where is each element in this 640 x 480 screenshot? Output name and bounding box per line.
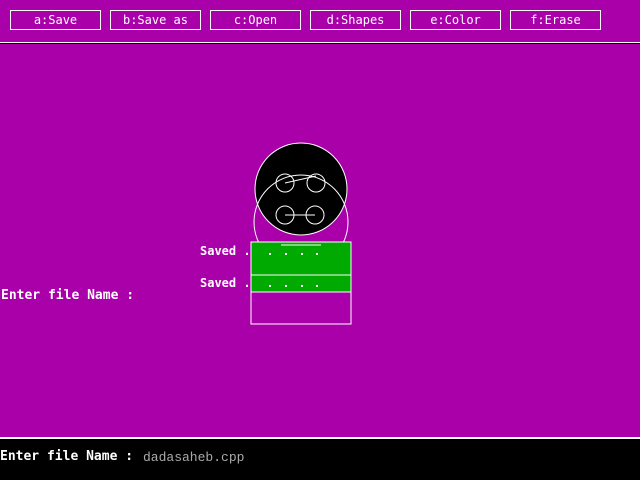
color-button[interactable]: e:Color [410,10,501,30]
status-bar: Enter file Name : [0,437,640,471]
canvas-prompt-text: Enter file Name : [1,288,135,303]
drawing-canvas[interactable]: Saved . Saved . Enter file Name : [0,44,640,437]
shapes-button[interactable]: d:Shapes [310,10,401,30]
saved-label: Saved . [200,244,251,258]
outline-rect-shape [250,291,352,325]
menu-bar: a:Save b:Save as c:Open d:Shapes e:Color… [0,0,640,43]
green-rect-shape [250,274,352,293]
saved-label: Saved . [200,276,251,290]
green-rect-shape [250,241,352,276]
save-as-button[interactable]: b:Save as [110,10,201,30]
open-button[interactable]: c:Open [210,10,301,30]
erase-button[interactable]: f:Erase [510,10,601,30]
file-name-prompt: Enter file Name : [0,449,134,464]
black-circle-shape [254,142,348,236]
file-name-input[interactable] [143,449,343,465]
canvas-drawing [250,142,352,325]
save-button[interactable]: a:Save [10,10,101,30]
bottom-edge [0,471,640,480]
